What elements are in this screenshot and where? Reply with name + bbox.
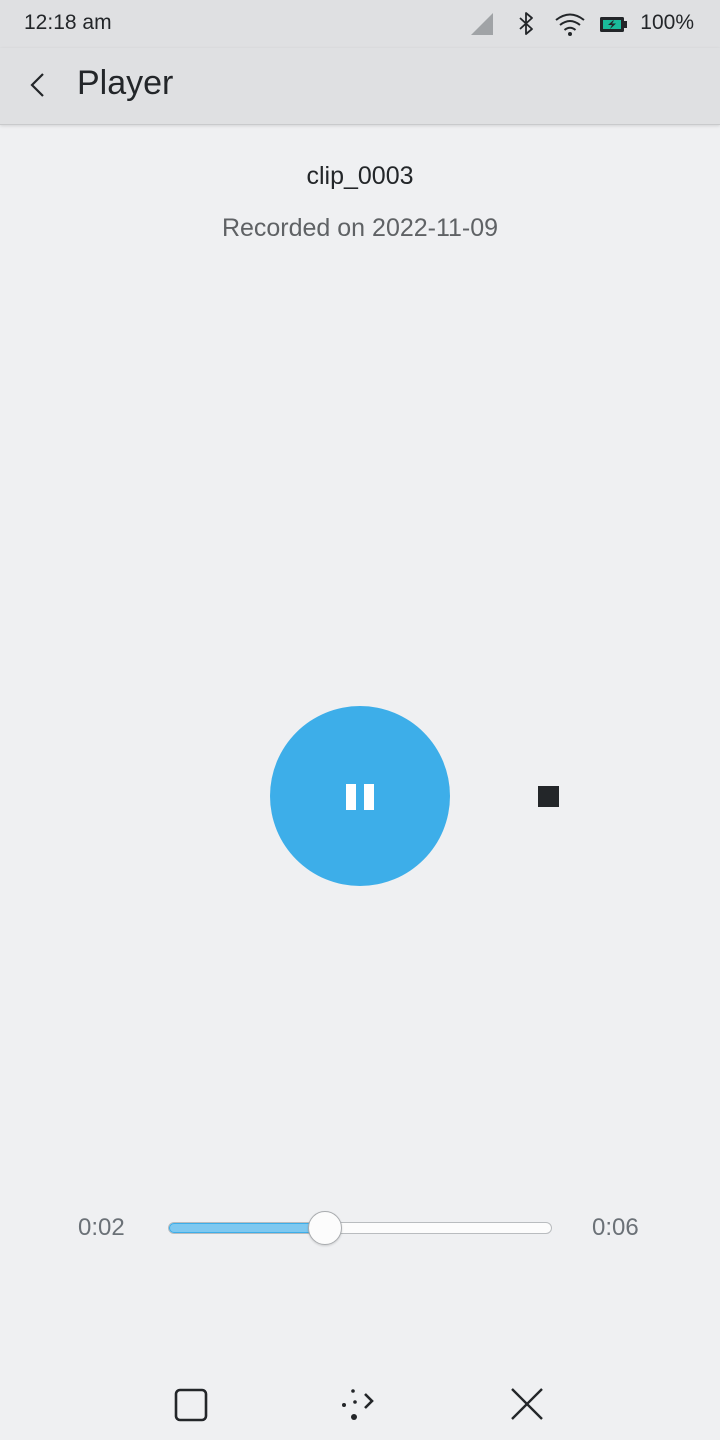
seek-slider[interactable] <box>168 1222 552 1234</box>
battery-percentage: 100% <box>640 11 694 34</box>
signal-icon <box>471 13 493 35</box>
stop-button[interactable] <box>524 772 574 822</box>
pause-icon-right-bar <box>364 784 374 810</box>
recording-date: Recorded on 2022-11-09 <box>221 214 499 242</box>
recording-name: clip_0003 <box>306 162 414 190</box>
status-time: 12:18 am <box>24 11 112 34</box>
back-button[interactable] <box>18 64 62 108</box>
close-icon <box>511 1388 543 1420</box>
pause-icon-left-bar <box>346 784 356 810</box>
overview-icon <box>174 1388 208 1422</box>
seek-progress-fill <box>169 1223 326 1233</box>
wifi-icon <box>555 13 585 36</box>
pause-button[interactable] <box>270 706 450 886</box>
total-time: 0:06 <box>592 1214 639 1241</box>
battery-icon <box>600 17 627 32</box>
chevron-left-icon <box>30 73 44 97</box>
page-title: Player <box>77 64 174 102</box>
overview-button[interactable] <box>166 1380 216 1430</box>
app-header: Player <box>0 48 720 125</box>
seek-handle[interactable] <box>308 1211 342 1245</box>
current-time: 0:02 <box>78 1214 125 1241</box>
bluetooth-icon <box>519 12 533 35</box>
keyboard-toggle-button[interactable] <box>334 1380 384 1430</box>
status-bar: 12:18 am 100% <box>0 0 720 48</box>
keyboard-toggle-icon <box>342 1389 374 1420</box>
close-button[interactable] <box>502 1380 552 1430</box>
navigation-bar <box>0 1366 720 1440</box>
stop-icon <box>538 786 559 807</box>
